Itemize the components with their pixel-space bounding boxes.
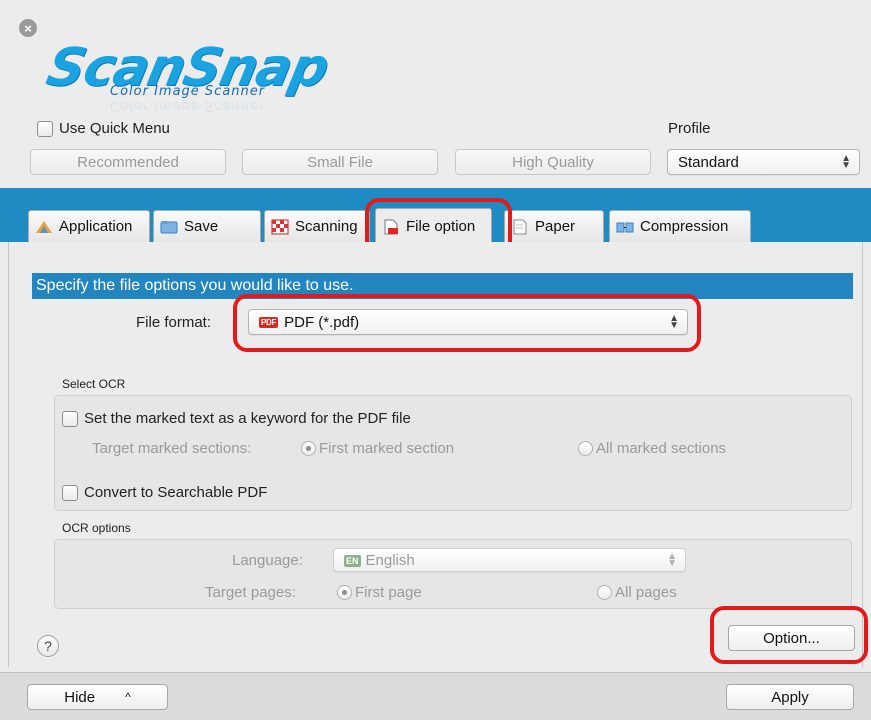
keyword-checkbox[interactable]	[62, 410, 78, 427]
hide-button[interactable]: Hide ^	[27, 684, 168, 710]
tab-save-label: Save	[184, 218, 219, 235]
keyword-checkbox-row[interactable]: Set the marked text as a keyword for the…	[62, 410, 411, 427]
profile-label: Profile	[668, 120, 711, 137]
all-marked-radio-dot[interactable]	[578, 441, 593, 456]
first-marked-radio-dot[interactable]	[301, 441, 316, 456]
tab-paper[interactable]: Paper	[504, 210, 604, 242]
close-icon[interactable]: ×	[19, 19, 37, 37]
apply-button[interactable]: Apply	[726, 684, 854, 710]
option-button-highlight	[710, 606, 868, 664]
file-format-highlight	[233, 294, 701, 352]
ocr-options-label: OCR options	[62, 521, 131, 535]
tab-save[interactable]: Save	[153, 210, 261, 242]
searchable-checkbox-row[interactable]: Convert to Searchable PDF	[62, 484, 267, 501]
small-file-button[interactable]: Small File	[242, 149, 438, 175]
first-page-radio[interactable]: First page	[337, 584, 422, 601]
all-pages-radio-dot[interactable]	[597, 585, 612, 600]
profile-select[interactable]: Standard ▲ ▼	[667, 149, 860, 175]
first-marked-radio[interactable]: First marked section	[301, 440, 454, 457]
searchable-label: Convert to Searchable PDF	[84, 484, 268, 501]
target-pages-label: Target pages:	[205, 584, 296, 601]
tab-application[interactable]: Application	[28, 210, 150, 242]
scansnap-logo: ScanSnap Color Image Scanner Color Image…	[42, 38, 428, 120]
use-quick-menu-checkbox[interactable]: Use Quick Menu	[37, 120, 170, 137]
folder-icon	[160, 220, 178, 233]
tab-scanning[interactable]: Scanning	[264, 210, 370, 242]
tab-scanning-label: Scanning	[295, 218, 358, 235]
profile-value: Standard	[678, 153, 739, 171]
searchable-checkbox[interactable]	[62, 484, 78, 501]
paper-icon	[513, 219, 527, 234]
tab-compression[interactable]: Compression	[609, 210, 751, 242]
english-flag-icon: EN	[344, 554, 361, 567]
help-icon[interactable]: ?	[37, 635, 59, 657]
logo-subtitle-reflection: Color Image Scanner	[110, 98, 266, 113]
tab-paper-label: Paper	[535, 218, 576, 235]
chevron-up-icon: ^	[125, 690, 131, 704]
quick-menu-check[interactable]	[37, 120, 53, 137]
recommended-button[interactable]: Recommended	[30, 149, 226, 175]
language-select[interactable]: EN English ▲ ▼	[333, 548, 686, 572]
tab-compression-label: Compression	[640, 218, 729, 235]
first-marked-label: First marked section	[319, 440, 455, 457]
keyword-label: Set the marked text as a keyword for the…	[84, 410, 411, 427]
file-format-label: File format:	[136, 314, 212, 331]
language-value: English	[365, 551, 415, 569]
select-ocr-label: Select OCR	[62, 377, 126, 391]
all-marked-radio[interactable]: All marked sections	[578, 440, 726, 457]
all-pages-label: All pages	[615, 584, 677, 601]
application-icon	[36, 220, 52, 233]
target-marked-label: Target marked sections:	[92, 440, 252, 457]
logo-subtitle: Color Image Scanner	[110, 84, 266, 99]
quick-menu-label: Use Quick Menu	[59, 120, 170, 137]
language-value-wrap: EN English	[344, 552, 415, 569]
scanning-icon	[271, 219, 289, 234]
compression-icon	[616, 222, 634, 232]
first-page-radio-dot[interactable]	[337, 585, 352, 600]
updown-arrows-icon: ▲ ▼	[841, 153, 851, 171]
updown-arrows-icon: ▲ ▼	[667, 551, 677, 569]
all-pages-radio[interactable]: All pages	[597, 584, 677, 601]
all-marked-label: All marked sections	[596, 440, 727, 457]
hide-label: Hide	[64, 688, 96, 706]
language-label: Language:	[232, 552, 303, 569]
tab-application-label: Application	[59, 218, 133, 235]
first-page-label: First page	[355, 584, 422, 601]
high-quality-button[interactable]: High Quality	[455, 149, 651, 175]
